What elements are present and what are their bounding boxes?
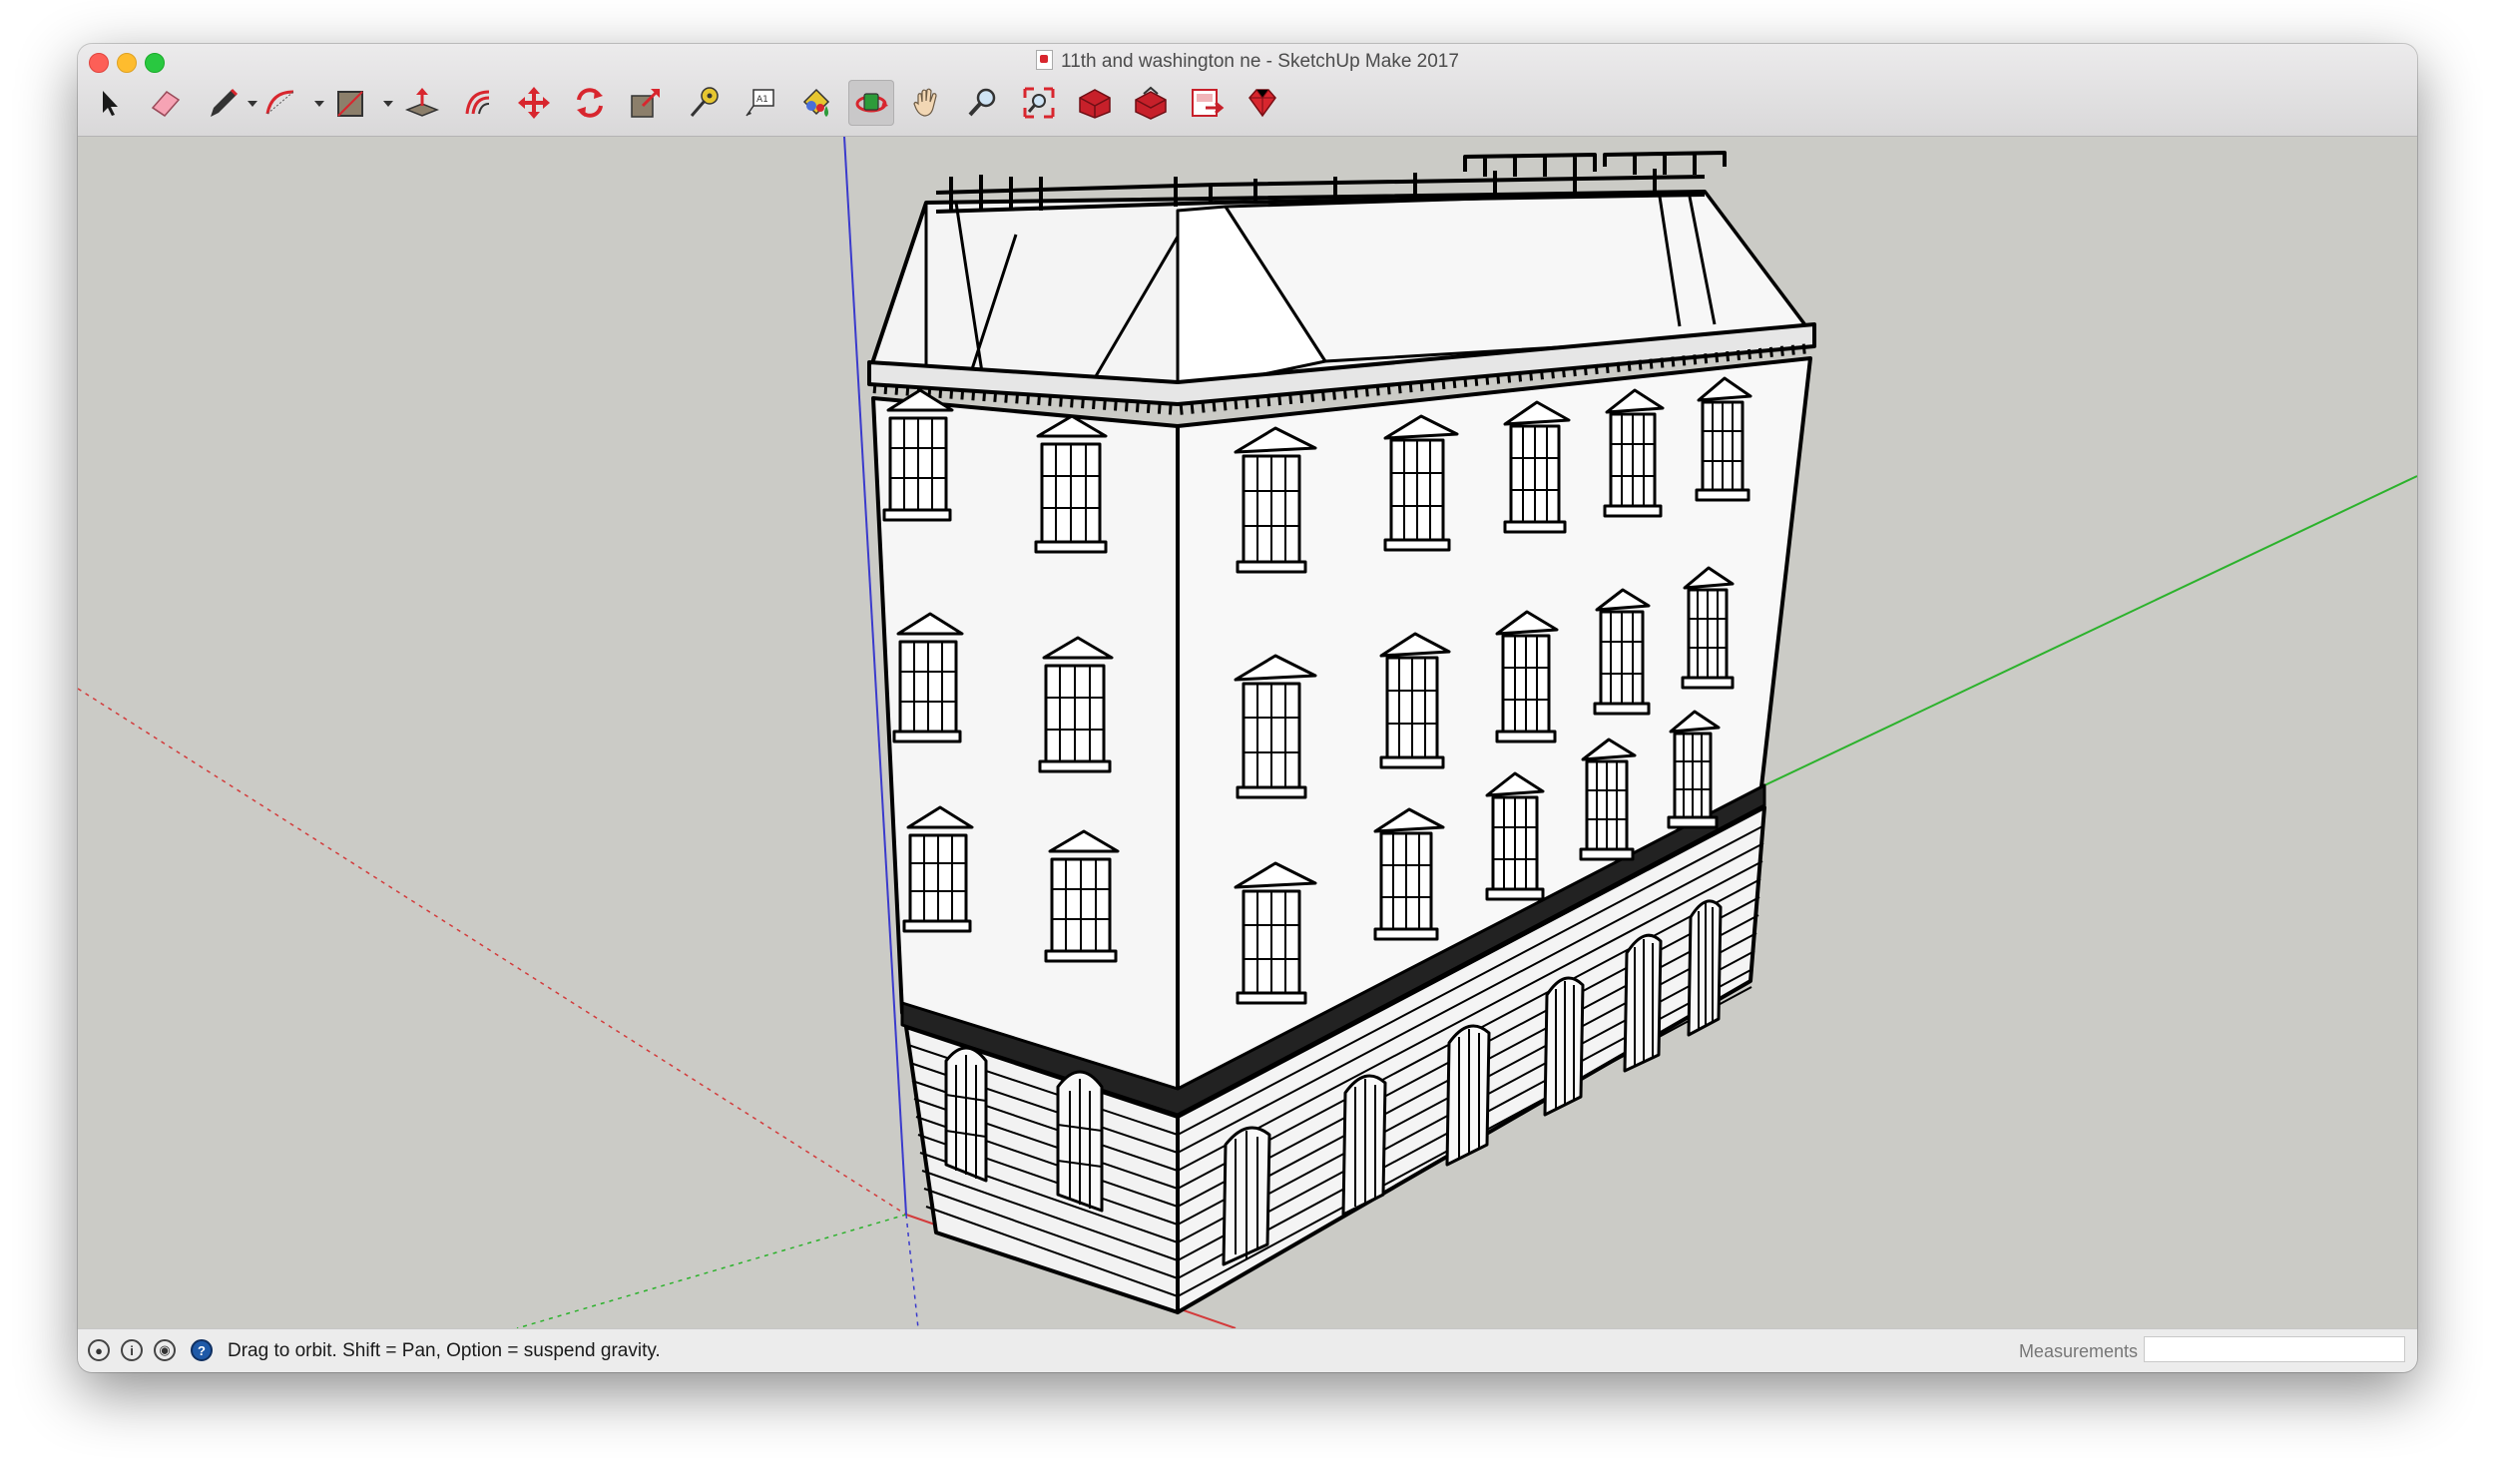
building-model[interactable] (867, 151, 1816, 1314)
help-icon[interactable]: ? (191, 1339, 213, 1361)
tape-measure-icon (690, 87, 719, 117)
paint-bucket-icon (802, 88, 830, 117)
eraser-icon (151, 91, 181, 117)
zoom-extents-tool-button[interactable] (1016, 80, 1062, 126)
extension-store-button[interactable] (1240, 80, 1285, 126)
pencil-icon (211, 88, 239, 117)
move-icon (518, 87, 550, 119)
rectangle-icon (337, 91, 363, 117)
magnifier-icon (968, 88, 996, 117)
tape-measure-tool-button[interactable] (681, 80, 727, 126)
status-bar: ● i ◉ ? Drag to orbit. Shift = Pan, Opti… (78, 1328, 2417, 1372)
arc-tool-dropdown[interactable] (314, 101, 324, 107)
scale-tool-button[interactable] (623, 80, 669, 126)
geolocation-icon[interactable]: ● (88, 1339, 110, 1361)
layout-icon (1192, 89, 1225, 117)
orbit-tool-button[interactable] (848, 80, 894, 126)
3d-viewport[interactable] (78, 136, 2417, 1329)
sketchup-window: 11th and washington ne - SketchUp Make 2… (78, 44, 2417, 1372)
offset-tool-button[interactable] (455, 80, 501, 126)
push-pull-icon (404, 88, 440, 117)
credits-icon[interactable]: i (121, 1339, 143, 1361)
title-bar: 11th and washington ne - SketchUp Make 2… (78, 44, 2417, 137)
zoom-extents-icon (1023, 87, 1055, 119)
window-title-text: 11th and washington ne - SketchUp Make 2… (1061, 51, 1459, 72)
extension-warehouse-button[interactable] (1128, 80, 1174, 126)
main-toolbar: A1 (78, 74, 2417, 134)
scale-icon (631, 89, 660, 118)
send-to-layout-button[interactable] (1184, 80, 1230, 126)
document-icon (1036, 50, 1054, 70)
arrow-icon (103, 91, 118, 116)
arc-tool-button[interactable] (257, 80, 303, 126)
hand-icon (913, 88, 937, 117)
warehouse-icon (1079, 89, 1111, 119)
offset-icon (465, 90, 490, 115)
push-pull-tool-button[interactable] (399, 80, 445, 126)
measurements-label: Measurements (2018, 1341, 2138, 1361)
line-tool-dropdown[interactable] (248, 101, 257, 107)
orbit-icon (855, 93, 888, 113)
3d-warehouse-button[interactable] (1072, 80, 1118, 126)
zoom-tool-button[interactable] (960, 80, 1006, 126)
window-title: 11th and washington ne - SketchUp Make 2… (78, 50, 2417, 73)
arc-icon (265, 90, 294, 115)
model-canvas[interactable] (78, 136, 2417, 1329)
ruby-icon (1248, 89, 1276, 118)
paint-bucket-tool-button[interactable] (792, 80, 838, 126)
rectangle-tool-button[interactable] (327, 80, 373, 126)
extension-icon (1135, 86, 1167, 120)
account-icon[interactable]: ◉ (154, 1339, 176, 1361)
measurements-input[interactable] (2144, 1336, 2405, 1362)
rectangle-tool-dropdown[interactable] (383, 101, 393, 107)
move-tool-button[interactable] (511, 80, 557, 126)
status-hint: Drag to orbit. Shift = Pan, Option = sus… (228, 1340, 661, 1361)
line-tool-button[interactable] (200, 80, 246, 126)
text-tool-button[interactable]: A1 (737, 80, 782, 126)
svg-text:A1: A1 (756, 95, 768, 105)
rotate-tool-button[interactable] (567, 80, 613, 126)
select-tool-button[interactable] (86, 80, 132, 126)
text-icon: A1 (746, 89, 774, 117)
rotate-icon (577, 88, 603, 118)
pan-tool-button[interactable] (904, 80, 950, 126)
eraser-tool-button[interactable] (143, 80, 189, 126)
